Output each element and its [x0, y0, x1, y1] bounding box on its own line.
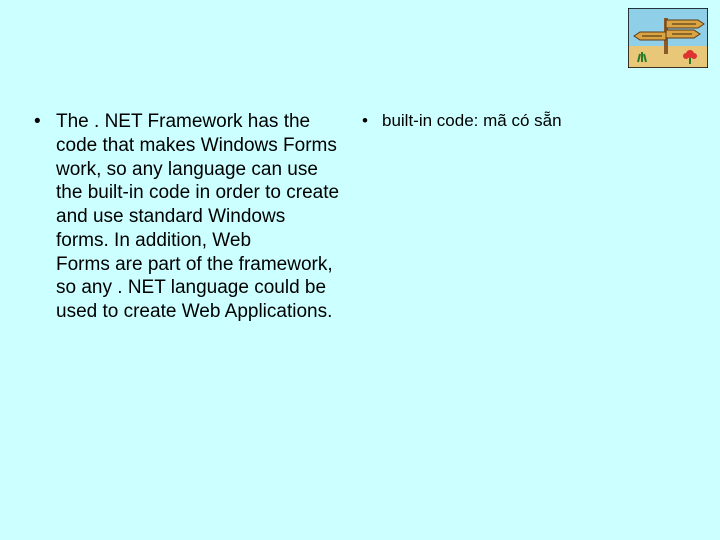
- bullet-list-left: The . NET Framework has the code that ma…: [30, 110, 340, 324]
- bullet-text: The . NET Framework has the code that ma…: [56, 111, 339, 322]
- bullet-item: The . NET Framework has the code that ma…: [30, 110, 340, 324]
- bullet-list-right: built-in code: mã có sẵn: [360, 110, 660, 131]
- bullet-item: built-in code: mã có sẵn: [360, 110, 660, 131]
- bullet-text: built-in code: mã có sẵn: [382, 111, 562, 130]
- left-column: The . NET Framework has the code that ma…: [30, 110, 340, 324]
- right-column: built-in code: mã có sẵn: [360, 110, 660, 324]
- signpost-clipart: [628, 8, 708, 68]
- slide: The . NET Framework has the code that ma…: [0, 0, 720, 540]
- content-columns: The . NET Framework has the code that ma…: [30, 110, 690, 324]
